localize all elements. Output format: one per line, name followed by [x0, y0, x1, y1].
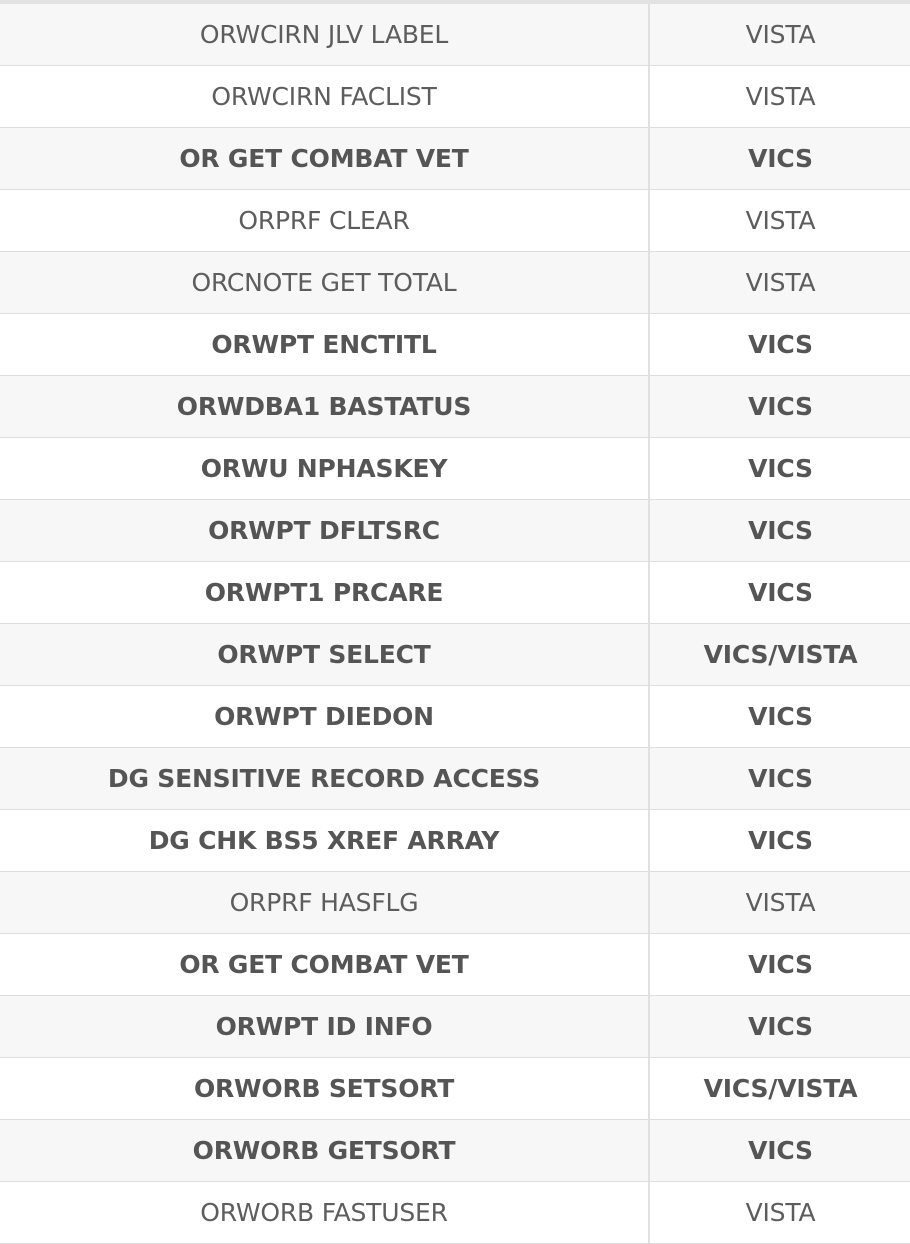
table-row: ORWPT1 PRCARE VICS [0, 561, 910, 624]
table-row: OR GET COMBAT VET VICS [0, 127, 910, 190]
rpc-name-cell: DG CHK BS5 XREF ARRAY [0, 809, 650, 872]
rpc-table-body: ORWCIRN JLV LABEL VISTA ORWCIRN FACLIST VIS… [0, 4, 910, 1244]
table-row: ORWDBA1 BASTATUS VICS [0, 375, 910, 438]
rpc-name-cell: ORWORB FASTUSER [0, 1181, 650, 1244]
table-row: ORWU NPHASKEY VICS [0, 437, 910, 500]
rpc-name-cell: ORPRF HASFLG [0, 871, 650, 934]
source-cell: VICS [649, 995, 910, 1058]
source-cell: VICS [649, 685, 910, 748]
source-cell: VISTA [649, 871, 910, 934]
table-row: ORWPT DIEDON VICS [0, 685, 910, 748]
rpc-name-cell: ORWPT1 PRCARE [0, 561, 650, 624]
rpc-name-cell: OR GET COMBAT VET [0, 933, 650, 996]
source-cell: VICS [649, 747, 910, 810]
rpc-name-cell: OR GET COMBAT VET [0, 127, 650, 190]
source-cell: VISTA [649, 1181, 910, 1244]
rpc-name-cell: ORWCIRN JLV LABEL [0, 4, 650, 66]
rpc-name-cell: ORWPT ENCTITL [0, 313, 650, 376]
rpc-table-container: ORWCIRN JLV LABEL VISTA ORWCIRN FACLIST VIS… [0, 0, 910, 1244]
source-cell: VICS/VISTA [649, 623, 910, 686]
rpc-name-cell: ORWCIRN FACLIST [0, 65, 650, 128]
source-cell: VICS [649, 499, 910, 562]
table-row: DG CHK BS5 XREF ARRAY VICS [0, 809, 910, 872]
table-row: ORWPT ID INFO VICS [0, 995, 910, 1058]
rpc-name-cell: ORWORB SETSORT [0, 1057, 650, 1120]
source-cell: VICS [649, 561, 910, 624]
rpc-name-cell: ORPRF CLEAR [0, 189, 650, 252]
rpc-name-cell: ORWDBA1 BASTATUS [0, 375, 650, 438]
rpc-name-cell: ORWPT DFLTSRC [0, 499, 650, 562]
table-row: ORWCIRN FACLIST VISTA [0, 65, 910, 128]
source-cell: VISTA [649, 4, 910, 66]
table-row: ORWCIRN JLV LABEL VISTA [0, 4, 910, 66]
table-row: ORWORB FASTUSER VISTA [0, 1181, 910, 1244]
rpc-name-cell: ORWPT DIEDON [0, 685, 650, 748]
source-cell: VICS [649, 375, 910, 438]
table-row: OR GET COMBAT VET VICS [0, 933, 910, 996]
source-cell: VICS/VISTA [649, 1057, 910, 1120]
source-cell: VICS [649, 809, 910, 872]
rpc-name-cell: ORWU NPHASKEY [0, 437, 650, 500]
table-row: ORWPT ENCTITL VICS [0, 313, 910, 376]
rpc-name-cell: ORWORB GETSORT [0, 1119, 650, 1182]
table-row: ORPRF CLEAR VISTA [0, 189, 910, 252]
rpc-name-cell: DG SENSITIVE RECORD ACCESS [0, 747, 650, 810]
table-row: DG SENSITIVE RECORD ACCESS VICS [0, 747, 910, 810]
table-row: ORWPT DFLTSRC VICS [0, 499, 910, 562]
source-cell: VICS [649, 313, 910, 376]
rpc-name-cell: ORWPT SELECT [0, 623, 650, 686]
source-cell: VICS [649, 127, 910, 190]
source-cell: VISTA [649, 251, 910, 314]
table-row: ORCNOTE GET TOTAL VISTA [0, 251, 910, 314]
source-cell: VISTA [649, 65, 910, 128]
table-row: ORWORB GETSORT VICS [0, 1119, 910, 1182]
source-cell: VICS [649, 1119, 910, 1182]
table-row: ORPRF HASFLG VISTA [0, 871, 910, 934]
table-row: ORWORB SETSORT VICS/VISTA [0, 1057, 910, 1120]
source-cell: VICS [649, 933, 910, 996]
rpc-name-cell: ORWPT ID INFO [0, 995, 650, 1058]
rpc-table: ORWCIRN JLV LABEL VISTA ORWCIRN FACLIST VIS… [0, 4, 910, 1244]
source-cell: VISTA [649, 189, 910, 252]
rpc-name-cell: ORCNOTE GET TOTAL [0, 251, 650, 314]
table-row: ORWPT SELECT VICS/VISTA [0, 623, 910, 686]
source-cell: VICS [649, 437, 910, 500]
